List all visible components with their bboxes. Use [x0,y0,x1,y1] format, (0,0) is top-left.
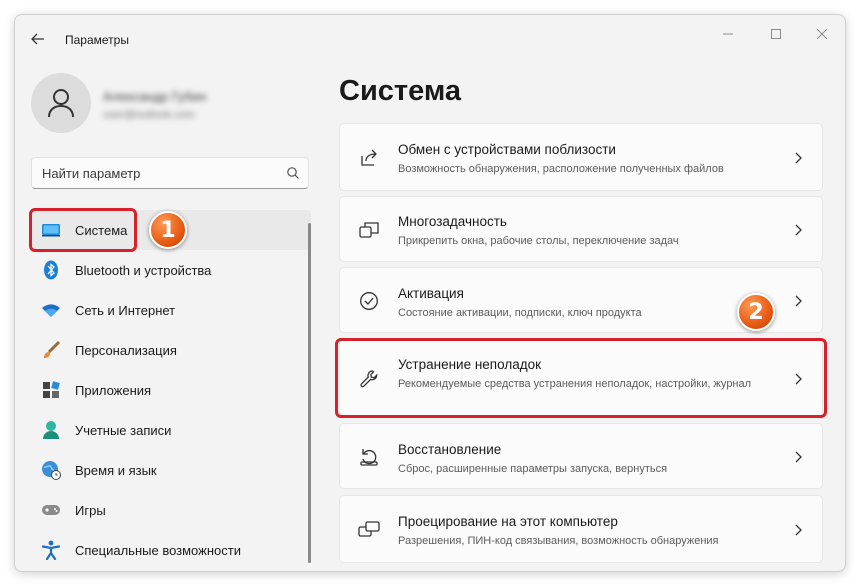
sidebar-nav: Система Bluetooth и устройства Сеть и Ин… [29,210,311,570]
close-icon [817,29,827,39]
card-title: Восстановление [398,442,502,457]
search-input[interactable]: Найти параметр [31,157,309,189]
sidebar-item-label: Приложения [75,382,152,398]
chevron-right-icon [792,151,804,165]
sidebar-item-network[interactable]: Сеть и Интернет [29,290,311,330]
project-icon [358,519,380,541]
card-description: Прикрепить окна, рабочие столы, переключ… [398,235,679,247]
sidebar-item-accounts[interactable]: Учетные записи [29,410,311,450]
annotation-step-badge-2: 2 [737,293,775,331]
sidebar-item-label: Персонализация [75,342,177,358]
share-icon [358,147,380,169]
back-button[interactable] [25,28,51,50]
card-title: Многозадачность [398,214,507,229]
card-description: Сброс, расширенные параметры запуска, ве… [398,463,668,475]
user-name: Александр Губин [103,89,207,104]
sidebar-item-accessibility[interactable]: Специальные возможности [29,530,311,570]
card-nearby-sharing[interactable]: Обмен с устройствами поблизости Возможно… [339,123,823,191]
minimize-button[interactable] [713,23,743,45]
check-circle-icon [358,290,380,312]
search-placeholder: Найти параметр [42,166,141,181]
sidebar-item-time-language[interactable]: Время и язык [29,450,311,490]
user-icon [48,89,74,118]
accessibility-icon [41,540,61,560]
annotation-step-badge-1: 1 [149,211,187,249]
back-arrow-icon [31,33,44,45]
minimize-icon [723,33,733,35]
sidebar-item-label: Специальные возможности [75,542,241,558]
card-recovery[interactable]: Восстановление Сброс, расширенные параме… [339,423,823,489]
card-description: Состояние активации, подписки, ключ прод… [398,307,642,319]
brush-icon [41,340,61,360]
page-title: Система [339,75,462,107]
card-title: Активация [398,286,464,301]
card-title: Обмен с устройствами поблизости [398,142,616,157]
gamepad-icon [41,500,61,520]
app-title: Параметры [65,33,129,47]
account-icon [41,420,61,440]
chevron-right-icon [792,523,804,537]
card-description: Разрешения, ПИН-код связывания, возможно… [398,535,719,547]
chevron-right-icon [792,294,804,308]
close-button[interactable] [807,23,837,45]
apps-icon [41,380,61,400]
sidebar-item-personalization[interactable]: Персонализация [29,330,311,370]
card-title: Проецирование на этот компьютер [398,514,618,529]
user-email: user@outlook.com [103,109,195,121]
multitask-icon [358,219,380,241]
sidebar-item-label: Игры [75,502,106,518]
recovery-icon [358,446,380,468]
settings-window: Параметры Александр Губин user@outlook.c… [14,14,846,572]
sidebar-item-gaming[interactable]: Игры [29,490,311,530]
card-projecting[interactable]: Проецирование на этот компьютер Разрешен… [339,495,823,563]
globe-clock-icon [41,460,61,480]
card-description: Возможность обнаружения, расположение по… [398,163,724,175]
sidebar-item-label: Учетные записи [75,422,172,438]
maximize-button[interactable] [761,23,791,45]
maximize-icon [771,29,781,39]
sidebar-scrollbar[interactable] [308,223,311,563]
sidebar-item-label: Сеть и Интернет [75,302,176,318]
title-bar: Параметры [15,15,845,63]
avatar[interactable] [31,73,91,133]
card-multitasking[interactable]: Многозадачность Прикрепить окна, рабочие… [339,196,823,262]
chevron-right-icon [792,223,804,237]
annotation-highlight-system [29,208,137,252]
sidebar-item-label: Время и язык [75,462,157,478]
annotation-highlight-troubleshoot [335,338,827,418]
search-icon [287,167,299,179]
chevron-right-icon [792,450,804,464]
wifi-icon [41,300,61,320]
sidebar-item-label: Bluetooth и устройства [75,262,212,278]
sidebar-item-bluetooth[interactable]: Bluetooth и устройства [29,250,311,290]
sidebar-item-apps[interactable]: Приложения [29,370,311,410]
bluetooth-icon [41,260,61,280]
